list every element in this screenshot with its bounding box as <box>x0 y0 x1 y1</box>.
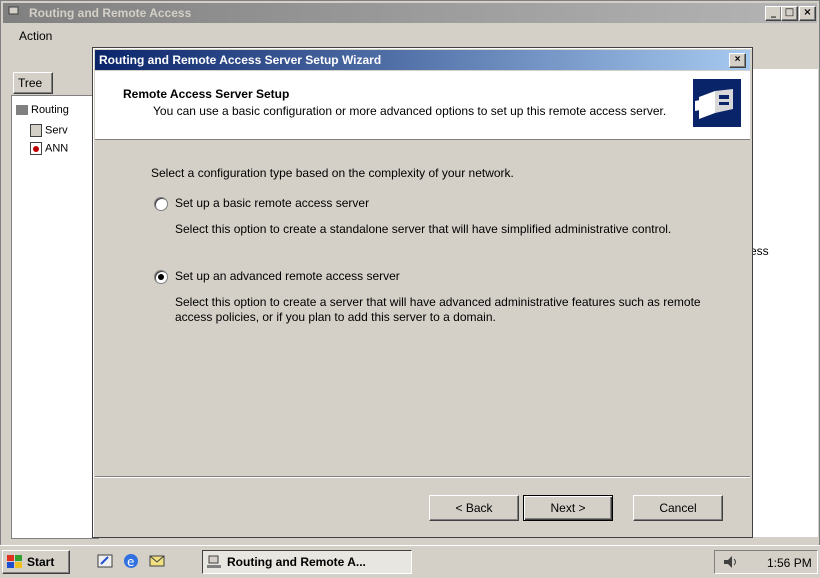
wizard-close-button[interactable]: × <box>729 53 746 68</box>
next-button[interactable]: Next > <box>523 495 613 521</box>
svg-text:e: e <box>127 555 134 569</box>
tree-item-ann[interactable]: ANN <box>30 142 68 155</box>
main-title-text: Routing and Remote Access <box>29 6 192 20</box>
option-basic-description: Select this option to create a standalon… <box>175 222 672 236</box>
wizard-title-text: Routing and Remote Access Server Setup W… <box>99 53 382 67</box>
option-basic-server[interactable]: Set up a basic remote access server <box>154 196 369 211</box>
maximize-button[interactable]: □ <box>781 6 798 21</box>
server-icon <box>16 105 28 116</box>
routing-icon <box>7 6 21 19</box>
windows-logo-icon <box>7 555 22 568</box>
taskbar: Start e Routing and Remote A... 1:56 PM <box>0 545 820 578</box>
remote-access-server-icon <box>693 79 741 127</box>
status-icon <box>30 124 42 137</box>
wizard-header: Remote Access Server Setup You can use a… <box>95 71 750 140</box>
wizard-separator <box>95 476 750 478</box>
volume-icon[interactable] <box>723 555 739 569</box>
tab-tree-label: Tree <box>18 76 43 90</box>
tree-panel: Routing Serv ANN <box>11 95 99 539</box>
wizard-intro-text: Select a configuration type based on the… <box>151 166 514 180</box>
wizard-title-bar[interactable]: Routing and Remote Access Server Setup W… <box>95 50 750 70</box>
cancel-button[interactable]: Cancel <box>633 495 723 521</box>
tree-item-routing[interactable]: Routing <box>16 104 69 116</box>
start-button[interactable]: Start <box>2 550 70 574</box>
minimize-button[interactable]: _ <box>765 6 782 21</box>
start-label: Start <box>27 555 55 569</box>
option-advanced-description: Select this option to create a server th… <box>175 295 701 324</box>
wizard-header-subtitle: You can use a basic configuration or mor… <box>153 104 667 118</box>
system-tray: 1:56 PM <box>714 550 818 574</box>
server-down-icon <box>30 142 42 155</box>
tab-tree[interactable]: Tree <box>13 72 53 94</box>
menu-bar: Action <box>3 25 817 47</box>
taskbar-routing-label: Routing and Remote A... <box>227 555 366 569</box>
menu-action[interactable]: Action <box>19 29 52 43</box>
internet-explorer-icon[interactable]: e <box>122 552 140 570</box>
radio-basic[interactable] <box>154 196 168 211</box>
option-basic-label: Set up a basic remote access server <box>175 196 370 210</box>
outlook-express-icon[interactable] <box>148 552 166 570</box>
close-main-button[interactable]: × <box>799 6 816 21</box>
main-title-bar[interactable]: Routing and Remote Access _ □ × <box>3 3 817 23</box>
setup-wizard-dialog: Routing and Remote Access Server Setup W… <box>92 47 753 538</box>
routing-icon <box>207 555 221 568</box>
tree-item-server-status[interactable]: Serv <box>30 124 68 137</box>
radio-advanced[interactable] <box>154 269 168 284</box>
back-button[interactable]: < Back <box>429 495 519 521</box>
show-desktop-icon[interactable] <box>96 552 114 570</box>
option-advanced-server[interactable]: Set up an advanced remote access server <box>154 269 400 284</box>
wizard-header-title: Remote Access Server Setup <box>123 87 290 101</box>
clock[interactable]: 1:56 PM <box>767 556 812 570</box>
taskbar-routing-button[interactable]: Routing and Remote A... <box>202 550 412 574</box>
option-advanced-label: Set up an advanced remote access server <box>175 269 400 283</box>
